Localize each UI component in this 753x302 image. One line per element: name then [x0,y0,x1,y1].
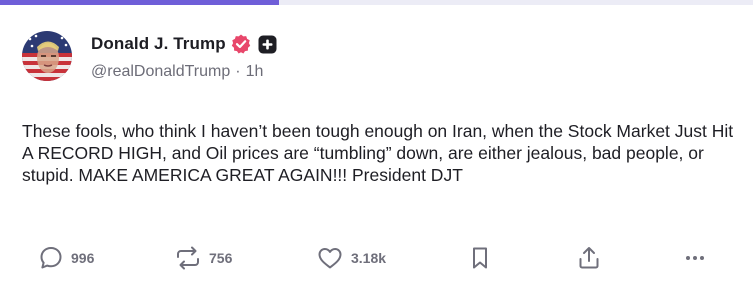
post-card[interactable]: Donald J. Trump @realDonaldTrump · 1h Th… [0,5,753,302]
post-timestamp[interactable]: 1h [246,63,264,81]
author-handle[interactable]: @realDonaldTrump [91,63,230,81]
name-row: Donald J. Trump [91,33,277,55]
verified-badge-icon [230,33,252,55]
bookmark-icon [469,245,491,271]
reply-button[interactable]: 996 [38,243,94,273]
author-display-name[interactable]: Donald J. Trump [91,34,226,54]
post-text: These fools, who think I haven’t been to… [22,121,734,185]
share-icon [576,245,602,271]
repost-icon [174,245,202,271]
share-button[interactable] [576,243,602,273]
avatar[interactable] [22,31,72,81]
post-header: Donald J. Trump @realDonaldTrump · 1h [91,33,277,81]
reply-icon [38,245,64,271]
action-bar: 996 756 3.18k [0,243,753,273]
meta-row: @realDonaldTrump · 1h [91,63,277,81]
plus-badge-icon [258,35,277,54]
reply-count: 996 [71,250,95,266]
more-icon [682,245,708,271]
more-options-button[interactable] [682,243,708,273]
repost-button[interactable]: 756 [174,243,232,273]
bookmark-button[interactable] [469,243,491,273]
meta-separator: · [235,63,241,80]
like-count: 3.18k [351,250,387,266]
repost-count: 756 [209,250,233,266]
like-button[interactable]: 3.18k [316,243,386,273]
heart-icon [316,245,344,271]
